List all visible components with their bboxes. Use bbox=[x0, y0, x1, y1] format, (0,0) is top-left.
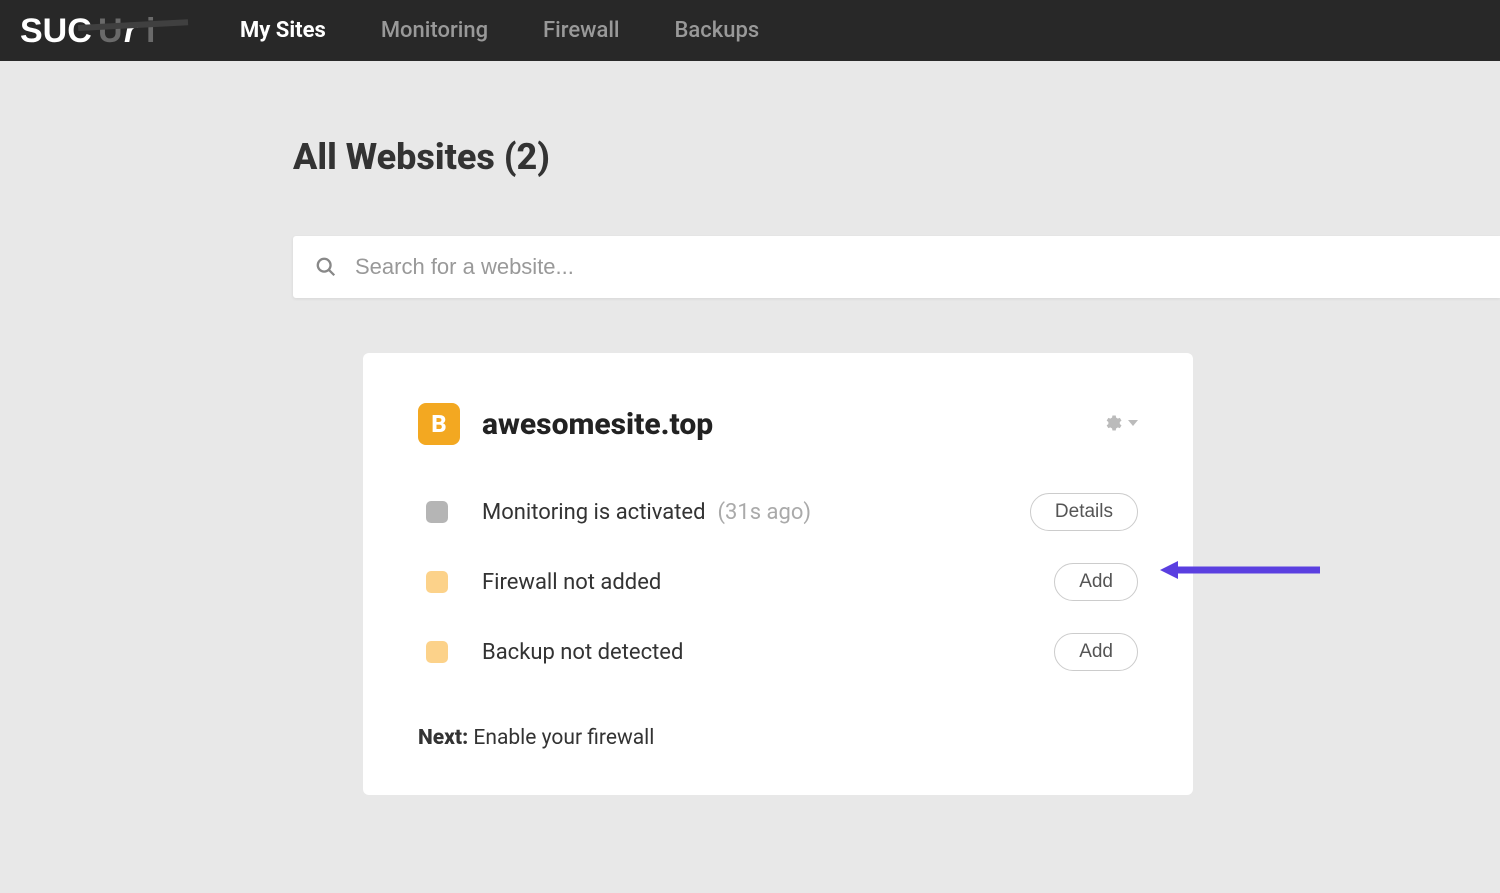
nav-firewall[interactable]: Firewall bbox=[543, 18, 619, 43]
search-bar bbox=[293, 236, 1500, 298]
details-button[interactable]: Details bbox=[1030, 493, 1138, 531]
svg-text:SUC: SUC bbox=[20, 12, 92, 50]
add-backup-button[interactable]: Add bbox=[1054, 633, 1138, 671]
status-text-monitoring: Monitoring is activated bbox=[482, 500, 705, 525]
status-icon-backup bbox=[426, 641, 448, 663]
svg-text:i: i bbox=[146, 12, 155, 50]
add-firewall-button[interactable]: Add bbox=[1054, 563, 1138, 601]
svg-text:r: r bbox=[124, 12, 139, 50]
site-header: B awesomesite.top bbox=[418, 403, 1138, 445]
search-icon bbox=[315, 256, 337, 278]
status-row-monitoring: Monitoring is activated (31s ago) Detail… bbox=[418, 493, 1138, 531]
status-row-backup: Backup not detected Add bbox=[418, 633, 1138, 671]
svg-text:U: U bbox=[98, 12, 123, 50]
page-title: All Websites (2) bbox=[293, 136, 1500, 178]
nav-my-sites[interactable]: My Sites bbox=[240, 18, 326, 43]
site-badge: B bbox=[418, 403, 460, 445]
brand-logo: SUC U r i bbox=[20, 11, 195, 51]
status-icon-firewall bbox=[426, 571, 448, 593]
site-card: B awesomesite.top Monitoring is activate… bbox=[363, 353, 1193, 795]
status-text-backup: Backup not detected bbox=[482, 640, 683, 665]
caret-down-icon bbox=[1128, 420, 1138, 426]
nav-backups[interactable]: Backups bbox=[675, 18, 760, 43]
search-input[interactable] bbox=[355, 254, 1478, 280]
status-time-monitoring: (31s ago) bbox=[717, 500, 811, 525]
status-icon-monitoring bbox=[426, 501, 448, 523]
site-name: awesomesite.top bbox=[482, 407, 713, 442]
status-text-firewall: Firewall not added bbox=[482, 570, 661, 595]
next-text: Enable your firewall bbox=[468, 726, 654, 750]
status-row-firewall: Firewall not added Add bbox=[418, 563, 1138, 601]
site-settings-button[interactable] bbox=[1102, 413, 1138, 433]
next-label: Next: bbox=[418, 726, 468, 750]
main-nav: My Sites Monitoring Firewall Backups bbox=[240, 18, 759, 43]
gear-icon bbox=[1102, 413, 1122, 433]
main-header: SUC U r i My Sites Monitoring Firewall B… bbox=[0, 0, 1500, 61]
next-step: Next: Enable your firewall bbox=[418, 726, 1138, 750]
nav-monitoring[interactable]: Monitoring bbox=[381, 18, 488, 43]
